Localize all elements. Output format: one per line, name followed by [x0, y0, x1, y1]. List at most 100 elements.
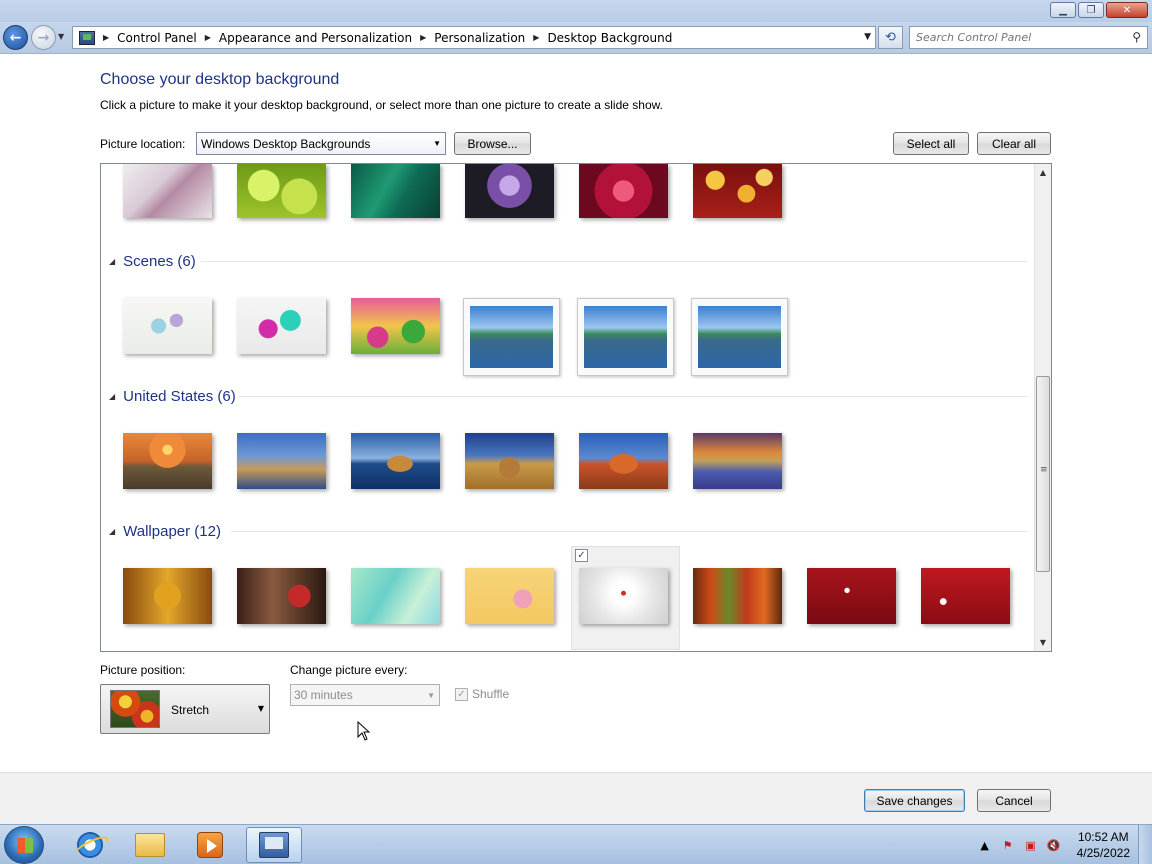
show-desktop-button[interactable]	[1138, 825, 1152, 864]
back-arrow-icon: ←	[9, 29, 22, 46]
action-center-flag-icon[interactable]: ⚑	[1000, 837, 1016, 853]
shuffle-checkbox[interactable]: ✓ Shuffle	[455, 687, 509, 701]
wallpaper-thumbnail[interactable]	[237, 433, 326, 489]
clear-all-button[interactable]: Clear all	[977, 132, 1051, 155]
scroll-thumb[interactable]	[1036, 376, 1050, 572]
group-name: Wallpaper (12)	[123, 522, 221, 540]
collapse-triangle-icon[interactable]: ◢	[109, 257, 115, 266]
chevron-right-icon[interactable]: ▶	[205, 33, 211, 42]
chevron-right-icon[interactable]: ▶	[420, 33, 426, 42]
wallpaper-thumbnail[interactable]	[579, 164, 668, 218]
group-header-wallpaper[interactable]: ◢ Wallpaper (12)	[109, 521, 221, 541]
wallpaper-thumbnail[interactable]	[465, 164, 554, 218]
address-bar[interactable]: ▶ Control Panel ▶ Appearance and Persona…	[72, 26, 876, 49]
volume-muted-icon[interactable]: 🔇	[1046, 837, 1062, 853]
scroll-down-icon[interactable]: ▼	[1035, 634, 1051, 651]
wallpaper-thumbnail[interactable]	[237, 568, 326, 624]
wallpaper-thumbnail[interactable]	[463, 298, 560, 376]
system-tray: ▲ ⚑ ▣ 🔇 10:52 AM 4/25/2022	[977, 825, 1132, 864]
wallpaper-thumbnail[interactable]	[693, 164, 782, 218]
folder-icon	[135, 833, 165, 857]
title-bar: ▁ ❐ ✕	[0, 0, 1152, 22]
browse-button[interactable]: Browse...	[454, 132, 531, 155]
wallpaper-thumbnail[interactable]	[579, 568, 668, 624]
save-changes-button[interactable]: Save changes	[864, 789, 965, 812]
wallpaper-thumbnail[interactable]	[123, 568, 212, 624]
close-icon: ✕	[1122, 4, 1132, 16]
change-interval-select[interactable]: 30 minutes ▼	[290, 684, 440, 706]
wallpaper-thumbnail[interactable]	[123, 433, 212, 489]
minimize-button[interactable]: ▁	[1050, 2, 1076, 18]
select-all-button[interactable]: Select all	[893, 132, 969, 155]
refresh-icon: ⟲	[885, 30, 896, 45]
wallpaper-thumbnail[interactable]	[807, 568, 896, 624]
wallpaper-thumbnail[interactable]	[579, 433, 668, 489]
wallpaper-thumbnail[interactable]	[123, 298, 212, 354]
search-icon[interactable]: ⚲	[1132, 30, 1141, 44]
recent-pages-dropdown[interactable]: ▼	[58, 32, 64, 41]
wallpaper-thumbnail[interactable]	[237, 164, 326, 218]
chevron-down-icon: ▼	[257, 704, 264, 713]
collapse-triangle-icon[interactable]: ◢	[109, 527, 115, 536]
wallpaper-thumbnail[interactable]	[123, 164, 212, 218]
wallpaper-thumbnail[interactable]	[693, 433, 782, 489]
shuffle-label: Shuffle	[472, 687, 510, 701]
group-name: United States (6)	[123, 387, 236, 405]
taskbar-media-player[interactable]	[182, 827, 238, 863]
wallpaper-thumbnail[interactable]	[351, 433, 440, 489]
forward-button[interactable]: →	[31, 25, 56, 50]
search-input[interactable]	[910, 27, 1110, 48]
wallpaper-thumbnail[interactable]	[465, 568, 554, 624]
picture-location-select[interactable]: Windows Desktop Backgrounds ▼	[196, 132, 446, 155]
start-button[interactable]	[4, 826, 44, 864]
main-content: Choose your desktop background Click a p…	[0, 55, 1152, 772]
taskbar-internet-explorer[interactable]	[62, 827, 118, 863]
chevron-right-icon[interactable]: ▶	[103, 33, 109, 42]
clock[interactable]: 10:52 AM 4/25/2022	[1077, 829, 1130, 861]
forward-arrow-icon: →	[37, 29, 50, 46]
wallpaper-thumbnail[interactable]	[577, 298, 674, 376]
group-header-united-states[interactable]: ◢ United States (6)	[109, 386, 236, 406]
landscape-image	[698, 306, 781, 368]
refresh-button[interactable]: ⟲	[878, 26, 903, 49]
wallpaper-thumbnail[interactable]	[693, 568, 782, 624]
control-panel-icon	[79, 30, 95, 45]
network-disconnected-icon[interactable]: ▣	[1023, 837, 1039, 853]
breadcrumb-desktop-background[interactable]: Desktop Background	[547, 31, 672, 45]
wallpaper-thumbnail[interactable]	[351, 568, 440, 624]
window-controls: ▁ ❐ ✕	[1050, 2, 1148, 18]
collapse-triangle-icon[interactable]: ◢	[109, 392, 115, 401]
picture-position-select[interactable]: Stretch ▼	[100, 684, 270, 734]
group-divider	[201, 261, 1027, 262]
chevron-right-icon[interactable]: ▶	[533, 33, 539, 42]
back-button[interactable]: ←	[3, 25, 28, 50]
taskbar-control-panel[interactable]	[246, 827, 302, 863]
wallpaper-thumbnail[interactable]	[921, 568, 1010, 624]
wallpaper-thumbnail[interactable]	[351, 298, 440, 354]
breadcrumb-control-panel[interactable]: Control Panel	[117, 31, 197, 45]
wallpaper-thumbnail[interactable]	[465, 433, 554, 489]
minimize-icon: ▁	[1059, 4, 1067, 16]
clock-time: 10:52 AM	[1077, 830, 1129, 844]
wallpaper-thumbnail[interactable]	[351, 164, 440, 218]
dialog-footer: Save changes Cancel	[0, 772, 1152, 824]
taskbar-explorer[interactable]	[122, 827, 178, 863]
wallpaper-thumbnail[interactable]	[237, 298, 326, 354]
cancel-button[interactable]: Cancel	[977, 789, 1051, 812]
gallery-scrollbar[interactable]: ▲ ▼	[1034, 164, 1051, 651]
internet-explorer-icon	[77, 832, 103, 858]
wallpaper-thumbnail[interactable]	[691, 298, 788, 376]
address-history-dropdown[interactable]: ▼	[864, 32, 871, 42]
breadcrumb-personalization[interactable]: Personalization	[434, 31, 525, 45]
group-divider	[239, 396, 1027, 397]
show-hidden-icons-icon[interactable]: ▲	[977, 837, 993, 853]
navigation-bar: ← → ▼ ▶ Control Panel ▶ Appearance and P…	[0, 22, 1152, 54]
scroll-up-icon[interactable]: ▲	[1035, 164, 1051, 181]
breadcrumb-appearance[interactable]: Appearance and Personalization	[219, 31, 412, 45]
picture-location-label: Picture location:	[100, 137, 186, 151]
group-header-scenes[interactable]: ◢ Scenes (6)	[109, 251, 196, 271]
landscape-image	[584, 306, 667, 368]
close-button[interactable]: ✕	[1106, 2, 1148, 18]
wallpaper-checkbox[interactable]: ✓	[575, 549, 588, 562]
restore-button[interactable]: ❐	[1078, 2, 1104, 18]
